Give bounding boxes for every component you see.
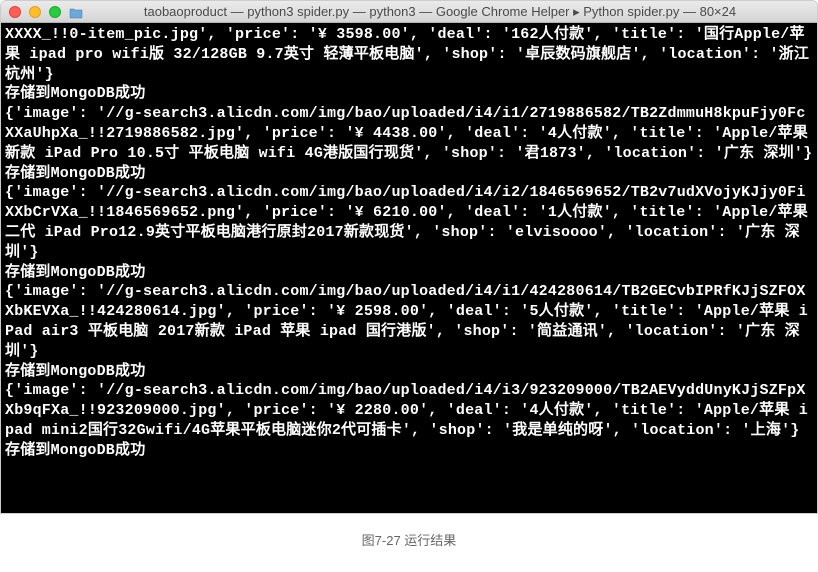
terminal-line: 存储到MongoDB成功 [5, 85, 145, 102]
terminal-line: 存储到MongoDB成功 [5, 442, 145, 459]
traffic-lights [9, 6, 61, 18]
minimize-button[interactable] [29, 6, 41, 18]
terminal-line: {'image': '//g-search3.alicdn.com/img/ba… [5, 283, 808, 359]
terminal-window: taobaoproduct — python3 spider.py — pyth… [0, 0, 818, 514]
terminal-line: 存储到MongoDB成功 [5, 363, 145, 380]
window-title: taobaoproduct — python3 spider.py — pyth… [73, 4, 807, 20]
terminal-line: 存储到MongoDB成功 [5, 165, 145, 182]
terminal-line: XXXX_!!0-item_pic.jpg', 'price': '¥ 3598… [5, 26, 818, 83]
terminal-line: 存储到MongoDB成功 [5, 264, 145, 281]
terminal-line: {'image': '//g-search3.alicdn.com/img/ba… [5, 382, 808, 439]
terminal-line: {'image': '//g-search3.alicdn.com/img/ba… [5, 184, 817, 260]
maximize-button[interactable] [49, 6, 61, 18]
close-button[interactable] [9, 6, 21, 18]
titlebar: taobaoproduct — python3 spider.py — pyth… [1, 1, 817, 23]
terminal-line: {'image': '//g-search3.alicdn.com/img/ba… [5, 105, 817, 162]
figure-caption: 图7-27 运行结果 [0, 514, 818, 557]
terminal-content[interactable]: XXXX_!!0-item_pic.jpg', 'price': '¥ 3598… [1, 23, 817, 513]
